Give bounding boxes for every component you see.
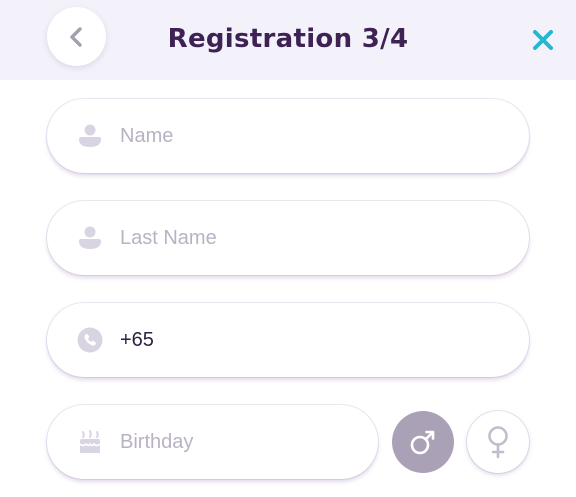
page-title: Registration 3/4 (167, 24, 409, 54)
phone-icon (77, 327, 103, 353)
header: Registration 3/4 (0, 0, 576, 80)
last-name-placeholder: Last Name (120, 227, 217, 249)
birthday-placeholder: Birthday (120, 431, 194, 453)
birthday-field[interactable]: Birthday (47, 405, 378, 479)
user-icon (77, 123, 103, 149)
phone-value: +65 (120, 329, 154, 351)
female-button[interactable] (467, 411, 529, 473)
phone-field[interactable]: +65 (47, 303, 529, 377)
close-icon (533, 30, 553, 50)
male-icon (410, 430, 435, 455)
user-icon (77, 225, 103, 251)
name-placeholder: Name (120, 125, 174, 147)
female-icon (488, 426, 508, 459)
name-field[interactable]: Name (47, 99, 529, 173)
male-button[interactable] (392, 411, 454, 473)
cake-icon (77, 429, 103, 455)
close-button[interactable] (527, 24, 559, 56)
last-name-field[interactable]: Last Name (47, 201, 529, 275)
